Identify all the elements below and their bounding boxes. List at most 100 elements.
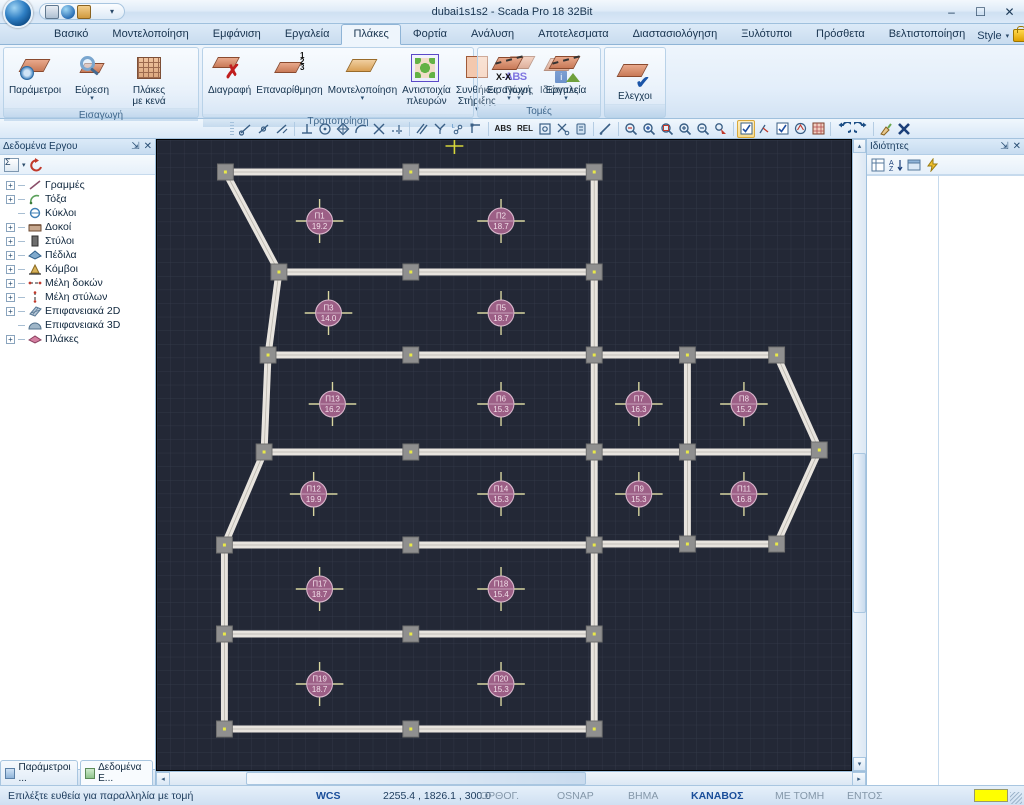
measure-icon[interactable] xyxy=(597,120,615,138)
style-chevron-down-icon[interactable]: ▾ xyxy=(1006,32,1010,40)
pan-icon[interactable] xyxy=(712,120,730,138)
zoom-extents-icon[interactable] xyxy=(640,120,658,138)
pin-icon[interactable]: ⇲ xyxy=(131,141,139,152)
refresh-icon[interactable] xyxy=(29,157,44,172)
tree-expand-icon[interactable]: + xyxy=(6,236,15,246)
snap-parallel-icon[interactable] xyxy=(413,120,431,138)
snap-endpoint-icon[interactable] xyxy=(237,120,255,138)
grid-toggle-icon[interactable] xyxy=(737,119,755,138)
zoom-in-icon[interactable] xyxy=(676,120,694,138)
button-find-chevron-down-icon[interactable]: ▾ xyxy=(90,95,94,102)
button-modeling-chevron-down-icon[interactable]: ▾ xyxy=(361,95,365,102)
snap-node-icon[interactable] xyxy=(334,120,352,138)
lock-icon[interactable] xyxy=(1013,26,1024,42)
tree-expand-icon[interactable]: + xyxy=(6,334,15,344)
button-delete[interactable]: ✗ Διαγραφή xyxy=(206,50,253,97)
tree-item-column-member[interactable]: + Μέλη στύλων xyxy=(4,290,155,304)
tab-results[interactable]: Αποτελεσματα xyxy=(526,24,620,44)
snap-settings-icon[interactable] xyxy=(572,120,590,138)
property-pages-icon[interactable] xyxy=(907,158,922,172)
close-icon[interactable]: ✕ xyxy=(144,141,152,152)
ortho-polar-icon[interactable]: L xyxy=(449,120,467,138)
tab-loads[interactable]: Φορτία xyxy=(401,24,459,44)
tree-item-slab[interactable]: + Πλάκες xyxy=(4,332,155,346)
resize-grip[interactable] xyxy=(1010,792,1022,804)
tree-expand-icon[interactable]: + xyxy=(6,278,15,288)
sum-list-icon[interactable] xyxy=(4,157,19,172)
tree-item-node[interactable]: + Κόμβοι xyxy=(4,262,155,276)
osnap-toggle-icon[interactable] xyxy=(773,120,791,138)
button-slabs-with-openings[interactable]: Πλάκες με κενά xyxy=(121,50,177,108)
snap-insert-icon[interactable] xyxy=(536,120,554,138)
snap-none-icon[interactable] xyxy=(554,120,572,138)
tree-expand-icon[interactable]: + xyxy=(6,250,15,260)
tree-item-footing[interactable]: + Πέδιλα xyxy=(4,248,155,262)
pin-icon[interactable]: ⇲ xyxy=(1000,141,1008,152)
sum-list-chevron-down-icon[interactable]: ▾ xyxy=(22,161,26,169)
tab-display[interactable]: Εμφάνιση xyxy=(201,24,273,44)
tree-item-circle[interactable]: Κύκλοι xyxy=(4,206,155,220)
snap-midpoint-icon[interactable] xyxy=(255,120,273,138)
abs-coords-icon[interactable]: ABS xyxy=(492,120,514,138)
button-parameters[interactable]: Παράμετροι xyxy=(7,50,63,97)
button-find[interactable]: Εύρεση ▾ xyxy=(64,50,120,103)
tree-expand-icon[interactable]: + xyxy=(6,180,15,190)
hatch-toggle-icon[interactable] xyxy=(809,120,827,138)
tab-modeling[interactable]: Μοντελοποίηση xyxy=(100,24,200,44)
status-color-swatch[interactable] xyxy=(974,789,1008,802)
tree-expand-icon[interactable]: + xyxy=(6,306,15,316)
status-mode-osnap[interactable]: OSNAP xyxy=(557,790,594,802)
tab-slabs[interactable]: Πλάκες xyxy=(341,24,401,45)
status-mode-inside[interactable]: ΕΝΤΟΣ xyxy=(847,790,882,802)
tree-expand-icon[interactable]: + xyxy=(6,222,15,232)
scroll-down-arrow[interactable]: ▾ xyxy=(853,757,866,771)
snap-extension-icon[interactable] xyxy=(431,120,449,138)
scroll-left-arrow[interactable]: ◂ xyxy=(156,772,170,786)
canvas-vertical-scrollbar[interactable]: ▴ ▾ xyxy=(852,139,866,771)
ortho-toggle-icon[interactable] xyxy=(755,120,773,138)
tree-item-line[interactable]: + Γραμμές xyxy=(4,178,155,192)
delete-all-icon[interactable] xyxy=(895,120,913,138)
redo-icon[interactable] xyxy=(852,120,870,138)
tree-expand-icon[interactable]: + xyxy=(6,194,15,204)
button-modeling[interactable]: Μοντελοποίηση ▾ xyxy=(326,50,399,103)
undo-icon[interactable] xyxy=(834,120,852,138)
project-data-tree[interactable]: + Γραμμές + Τόξα Κύκλοι + Δοκοί + Στύλοι + Πέδιλα +… xyxy=(0,175,155,769)
scroll-up-arrow[interactable]: ▴ xyxy=(853,139,866,153)
button-renumber[interactable]: 123 Επαναρίθμηση xyxy=(254,50,325,97)
tree-expand-icon[interactable]: + xyxy=(6,264,15,274)
status-mode-step[interactable]: ΒΗΜΑ xyxy=(628,790,658,802)
snap-perpendicular-icon[interactable] xyxy=(298,120,316,138)
tab-dimensioning[interactable]: Διαστασιολόγηση xyxy=(621,24,730,44)
button-section-insert[interactable]: X-X Εισαγωγή ▾ xyxy=(481,50,537,103)
tree-item-beam[interactable]: + Δοκοί xyxy=(4,220,155,234)
globe-icon[interactable] xyxy=(61,4,75,19)
tab-vasiko[interactable]: Βασικό xyxy=(42,24,100,44)
scroll-right-arrow[interactable]: ▸ xyxy=(852,772,866,786)
clean-icon[interactable] xyxy=(877,120,895,138)
close-icon[interactable]: ✕ xyxy=(1013,141,1021,152)
properties-grid[interactable] xyxy=(867,175,1024,785)
zoom-out-icon[interactable] xyxy=(694,120,712,138)
application-orb-button[interactable] xyxy=(3,0,33,28)
snap-from-icon[interactable] xyxy=(467,120,485,138)
drawing-canvas[interactable]: Π1 19.2 Π2 18.7 Π3 14.0 Π5 18.7 Π13 16.2 Π6 15.3 Π7 1… xyxy=(156,139,852,771)
open-folder-icon[interactable] xyxy=(77,4,91,19)
button-side-match[interactable]: Αντιστοιχία πλευρών xyxy=(400,50,453,108)
button-checks[interactable]: ✔ Ελεγχοι xyxy=(608,56,662,103)
button-section-insert-chevron-down-icon[interactable]: ▾ xyxy=(507,95,511,102)
tree-item-column[interactable]: + Στύλοι xyxy=(4,234,155,248)
canvas-horizontal-scrollbar[interactable]: ◂ ▸ xyxy=(156,771,866,786)
status-mode-section[interactable]: ΜΕ ΤΟΜΗ xyxy=(775,790,824,802)
snap-nearest-icon[interactable] xyxy=(273,120,291,138)
vertical-scroll-thumb[interactable] xyxy=(853,453,866,613)
button-section-tools-chevron-down-icon[interactable]: ▾ xyxy=(564,95,568,102)
print-icon[interactable] xyxy=(45,4,59,19)
tree-item-beam-member[interactable]: + Μέλη δοκών xyxy=(4,276,155,290)
zoom-window-icon[interactable] xyxy=(622,120,640,138)
maximize-button[interactable]: ☐ xyxy=(966,0,995,24)
snap-intersection-icon[interactable] xyxy=(370,120,388,138)
zoom-previous-icon[interactable] xyxy=(658,120,676,138)
minimize-button[interactable]: – xyxy=(937,0,966,24)
snap-quadrant-icon[interactable] xyxy=(352,120,370,138)
